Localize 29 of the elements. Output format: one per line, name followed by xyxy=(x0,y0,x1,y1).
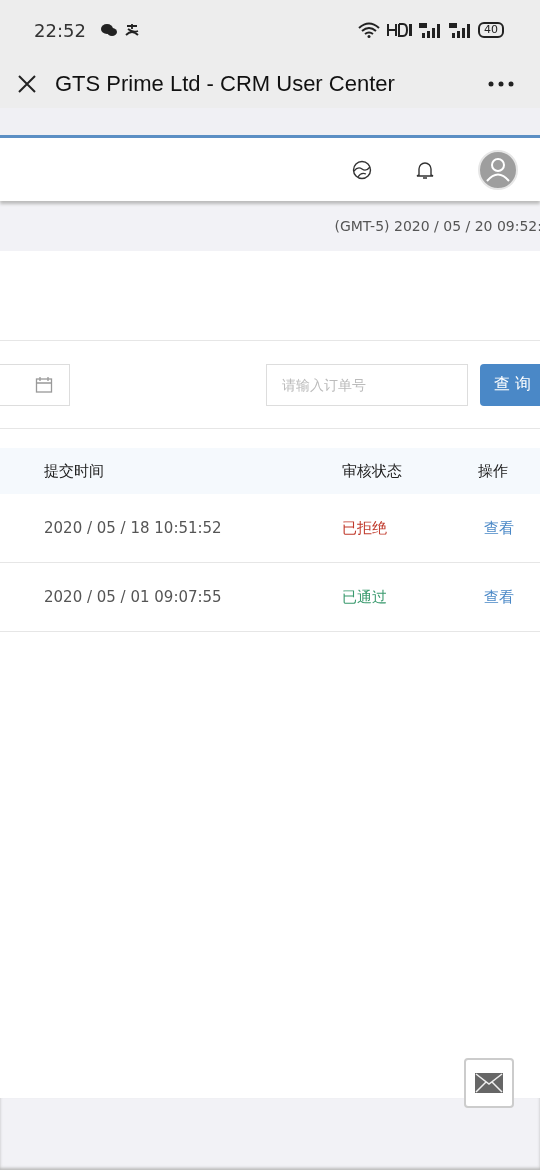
view-link[interactable]: 查看 xyxy=(484,587,514,607)
column-header: 提交时间 xyxy=(44,461,104,481)
globe-icon[interactable] xyxy=(352,159,372,180)
avatar-icon[interactable] xyxy=(478,149,518,190)
bell-icon[interactable] xyxy=(416,159,434,180)
page-title: GTS Prime Ltd - CRM User Center xyxy=(55,71,396,97)
column-header: 审核状态 xyxy=(342,461,402,481)
chat-icon xyxy=(99,23,118,37)
date-field[interactable] xyxy=(0,363,70,406)
mail-icon xyxy=(475,1073,503,1093)
message-button[interactable] xyxy=(464,1058,514,1108)
status-text: 已拒绝 xyxy=(342,518,387,538)
order-number-field[interactable]: 请输入订单号 xyxy=(266,363,468,406)
signal-icon xyxy=(418,22,442,38)
table-cell: 2020 / 05 / 18 10:51:52 xyxy=(44,519,222,537)
status-text: 已通过 xyxy=(342,587,387,607)
status-time: 22:52 xyxy=(34,19,86,41)
signal-icon xyxy=(448,22,472,38)
timestamp: (GMT-5) 2020 / 05 / 20 09:52: xyxy=(334,218,540,234)
more-icon[interactable] xyxy=(488,81,514,87)
wifi-icon xyxy=(358,22,380,38)
column-header: 操作 xyxy=(478,461,508,481)
view-link[interactable]: 查看 xyxy=(484,518,514,538)
search-button[interactable]: 查 询 xyxy=(480,363,540,406)
battery-level: 40 xyxy=(478,22,504,38)
calendar-icon xyxy=(35,375,53,394)
close-icon[interactable] xyxy=(17,74,37,94)
table-cell: 2020 / 05 / 01 09:07:55 xyxy=(44,588,222,606)
hd-icon xyxy=(386,22,412,38)
